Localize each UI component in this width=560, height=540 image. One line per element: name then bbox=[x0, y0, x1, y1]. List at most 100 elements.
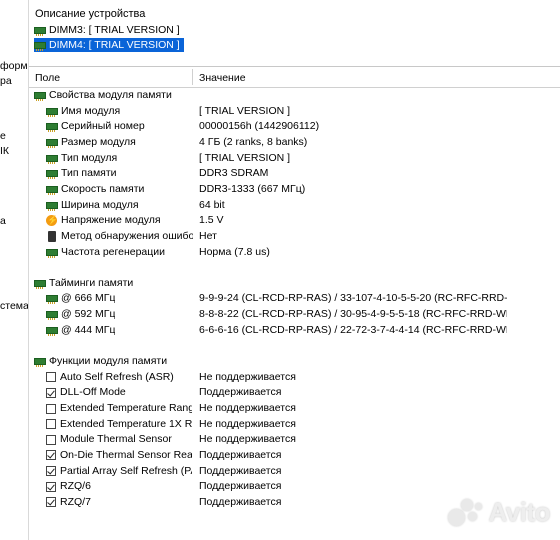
property-row[interactable]: Auto Self Refresh (ASR) Не поддерживается bbox=[29, 370, 560, 385]
property-value: 6-6-6-16 (CL-RCD-RP-RAS) / 22-72-3-7-4-4… bbox=[199, 323, 507, 336]
checkbox-checked-icon bbox=[46, 450, 56, 461]
ram-module-icon bbox=[46, 138, 58, 148]
property-value: Не поддерживается bbox=[199, 417, 296, 430]
property-value: Поддерживается bbox=[199, 480, 282, 493]
column-divider[interactable] bbox=[192, 69, 193, 85]
ram-module-icon bbox=[46, 107, 58, 117]
property-value: [ TRIAL VERSION ] bbox=[199, 104, 291, 117]
property-row[interactable]: On-Die Thermal Sensor Readout (ODTS) Подд… bbox=[29, 448, 560, 463]
ram-module-icon bbox=[46, 154, 58, 164]
left-strip-text: ра bbox=[0, 75, 12, 87]
property-field: Напряжение модуля bbox=[61, 214, 161, 227]
property-field: @ 444 МГц bbox=[61, 323, 116, 336]
property-field: RZQ/7 bbox=[60, 495, 91, 508]
property-row[interactable]: Имя модуля [ TRIAL VERSION ] bbox=[29, 104, 560, 119]
property-field: @ 666 МГц bbox=[61, 292, 116, 305]
property-row[interactable]: Extended Temperature 1X Refresh Rate Не п… bbox=[29, 417, 560, 432]
property-row[interactable]: Метод обнаружения ошибок Нет bbox=[29, 229, 560, 244]
property-row[interactable]: Ширина модуля 64 bit bbox=[29, 198, 560, 213]
left-sidebar-clipped: формa ра е ІК а стема bbox=[0, 0, 29, 540]
ram-module-icon bbox=[46, 295, 58, 305]
property-value: Поддерживается bbox=[199, 386, 282, 399]
avito-watermark: Avito bbox=[448, 497, 550, 528]
property-row[interactable]: Partial Array Self Refresh (PASR) Поддерж… bbox=[29, 464, 560, 479]
property-field: On-Die Thermal Sensor Readout (ODTS) bbox=[60, 448, 192, 461]
voltage-icon bbox=[46, 213, 58, 228]
ram-module-icon bbox=[46, 123, 58, 133]
property-field: Метод обнаружения ошибок bbox=[61, 229, 193, 242]
device-description-box: Описание устройства DIMM3: [ TRIAL VERSI… bbox=[29, 0, 560, 67]
checkbox-checked-icon bbox=[46, 497, 56, 508]
avito-wordmark: Avito bbox=[488, 497, 550, 527]
property-row[interactable]: @ 592 МГц 8-8-8-22 (CL-RCD-RP-RAS) / 30-9… bbox=[29, 307, 560, 322]
property-value: 4 ГБ (2 ranks, 8 banks) bbox=[199, 135, 308, 148]
group-title: Тайминги памяти bbox=[49, 276, 134, 289]
property-field: DLL-Off Mode bbox=[60, 386, 126, 399]
ram-module-icon bbox=[46, 201, 58, 211]
property-row[interactable]: @ 666 МГц 9-9-9-24 (CL-RCD-RP-RAS) / 33-1… bbox=[29, 291, 560, 306]
property-row[interactable]: Тип памяти DDR3 SDRAM bbox=[29, 166, 560, 181]
property-value: Нет bbox=[199, 229, 217, 242]
group-title: Функции модуля памяти bbox=[49, 355, 168, 368]
device-description-title: Описание устройства bbox=[35, 8, 146, 20]
checkbox-checked-icon bbox=[46, 481, 56, 492]
property-row[interactable]: Серийный номер 00000156h (1442906112) bbox=[29, 119, 560, 134]
group-header[interactable]: Свойства модуля памяти bbox=[29, 88, 560, 103]
property-row[interactable]: DLL-Off Mode Поддерживается bbox=[29, 385, 560, 400]
ram-module-icon bbox=[46, 311, 58, 321]
ram-module-icon bbox=[34, 41, 46, 51]
left-strip-text: стема bbox=[0, 300, 29, 312]
property-value: Поддерживается bbox=[199, 448, 282, 461]
property-value: Поддерживается bbox=[199, 495, 282, 508]
checkbox-unchecked-icon bbox=[46, 434, 56, 445]
property-field: Размер модуля bbox=[61, 135, 136, 148]
ram-module-icon bbox=[34, 26, 46, 36]
property-field: Extended Temperature 1X Refresh Rate bbox=[60, 417, 192, 430]
device-item-dimm3[interactable]: DIMM3: [ TRIAL VERSION ] bbox=[34, 23, 184, 37]
property-value: 64 bit bbox=[199, 198, 225, 211]
ram-module-icon bbox=[46, 185, 58, 195]
property-value: Поддерживается bbox=[199, 464, 282, 477]
property-field: Частота регенерации bbox=[61, 245, 166, 258]
left-strip-text: а bbox=[0, 215, 6, 227]
column-header-value[interactable]: Значение bbox=[199, 72, 246, 84]
property-field: Имя модуля bbox=[61, 104, 121, 117]
property-row[interactable]: Скорость памяти DDR3-1333 (667 МГц) bbox=[29, 182, 560, 197]
property-row[interactable]: Тип модуля [ TRIAL VERSION ] bbox=[29, 151, 560, 166]
property-field: Скорость памяти bbox=[61, 182, 145, 195]
property-field: Partial Array Self Refresh (PASR) bbox=[60, 464, 192, 477]
property-field: Auto Self Refresh (ASR) bbox=[60, 370, 174, 383]
column-header: Поле Значение bbox=[29, 67, 560, 88]
device-item-label: DIMM4: [ TRIAL VERSION ] bbox=[49, 39, 180, 51]
property-row[interactable]: @ 444 МГц 6-6-6-16 (CL-RCD-RP-RAS) / 22-7… bbox=[29, 323, 560, 338]
column-header-field[interactable]: Поле bbox=[35, 72, 60, 84]
property-row[interactable]: RZQ/6 Поддерживается bbox=[29, 479, 560, 494]
property-field: Module Thermal Sensor bbox=[60, 433, 172, 446]
property-value: DDR3 SDRAM bbox=[199, 167, 269, 180]
device-item-dimm4[interactable]: DIMM4: [ TRIAL VERSION ] bbox=[34, 38, 184, 52]
ram-module-icon bbox=[46, 326, 58, 336]
property-value: Не поддерживается bbox=[199, 402, 296, 414]
property-row[interactable]: Extended Temperature Range Не поддерживае… bbox=[29, 401, 560, 416]
property-value: 8-8-8-22 (CL-RCD-RP-RAS) / 30-95-4-9-5-5… bbox=[199, 308, 507, 321]
checkbox-unchecked-icon bbox=[46, 403, 56, 414]
group-header[interactable]: Тайминги памяти bbox=[29, 276, 560, 291]
property-row[interactable]: Напряжение модуля 1.5 V bbox=[29, 213, 560, 228]
property-field: Тип памяти bbox=[61, 167, 117, 180]
checkbox-unchecked-icon bbox=[46, 372, 56, 383]
ram-module-icon bbox=[46, 248, 58, 258]
group-header[interactable]: Функции модуля памяти bbox=[29, 354, 560, 369]
property-value: [ TRIAL VERSION ] bbox=[199, 151, 291, 164]
property-value: 1.5 V bbox=[199, 214, 224, 227]
left-strip-text: ІК bbox=[0, 145, 10, 157]
property-row[interactable]: Module Thermal Sensor Не поддерживается bbox=[29, 432, 560, 447]
property-field: Ширина модуля bbox=[61, 198, 139, 211]
property-row[interactable]: Размер модуля 4 ГБ (2 ranks, 8 banks) bbox=[29, 135, 560, 150]
ram-module-icon bbox=[34, 358, 46, 368]
chip-icon bbox=[48, 230, 56, 242]
checkbox-checked-icon bbox=[46, 387, 56, 398]
avito-logo-icon bbox=[448, 498, 484, 527]
left-strip-text: формa bbox=[0, 60, 28, 72]
property-row[interactable]: Частота регенерации Норма (7.8 us) bbox=[29, 245, 560, 260]
property-value: Норма (7.8 us) bbox=[199, 245, 270, 258]
